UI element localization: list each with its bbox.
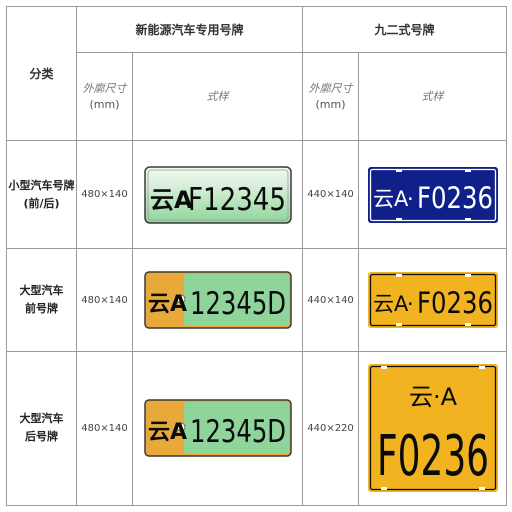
header-92-style: 九二式号牌	[302, 5, 508, 54]
subheader-ne-style: 式样	[131, 52, 304, 142]
std-plate-cell: 云A · F0236	[358, 140, 508, 250]
header-row-subcolumns: 外廓尺寸 (mm) 式样 外廓尺寸 (mm) 式样	[7, 52, 508, 142]
row-label-large-front: 大型汽车 前号牌	[6, 248, 77, 352]
plate-province: 云A	[150, 186, 193, 214]
plate-dot: ·	[407, 292, 414, 316]
rivet-top-left	[380, 366, 387, 370]
row-label-line2: 前号牌	[25, 302, 58, 316]
plate-province: 云A	[148, 420, 187, 445]
plate-number: F0236	[417, 181, 493, 215]
std-plate-cell: 云A · F0236	[358, 248, 508, 352]
plate-comparison-table-wrapper: 分类 新能源汽车专用号牌 九二式号牌 外廓尺寸 (mm) 式样 外廓尺寸 (mm…	[6, 5, 508, 507]
row-label-line1: 小型汽车号牌	[8, 178, 75, 192]
table-row-small-car: 小型汽车号牌 (前/后) 480×140 云A F12345 440×140 云…	[6, 140, 508, 250]
std-plate-cell: 云·A F0236	[358, 350, 508, 507]
rivet-bottom-right	[464, 217, 471, 221]
row-label-line1: 大型汽车	[19, 412, 64, 426]
row-label-large-rear: 大型汽车 后号牌	[6, 350, 77, 507]
plate-dot: ·	[407, 187, 414, 211]
row-label-line2: (前/后)	[23, 196, 60, 210]
ne-plate-cell: 云A 12345D	[131, 350, 304, 507]
ne-plate-cell: 云A 12345D	[131, 248, 304, 352]
header-category: 分类	[6, 5, 77, 142]
ne-size-cell: 480×140	[76, 350, 133, 507]
std-plate-blue: 云A · F0236	[367, 166, 498, 223]
row-label-line2: 后号牌	[25, 430, 58, 444]
rivet-top-left	[395, 274, 402, 278]
rivet-bottom-right	[464, 323, 471, 327]
row-label-line1: 大型汽车	[19, 284, 64, 298]
rivet-top-right	[464, 168, 471, 172]
header-new-energy: 新能源汽车专用号牌	[75, 5, 304, 54]
subheader-ne-size: 外廓尺寸 (mm)	[76, 52, 133, 142]
ne-plate-large-front: 云A 12345D	[143, 271, 292, 329]
plate-number: F0236	[417, 286, 493, 320]
rivet-bottom-left	[395, 217, 402, 221]
subheader-std-style: 式样	[358, 52, 508, 142]
ne-plate-small: 云A F12345	[143, 166, 292, 224]
std-size-cell: 440×220	[302, 350, 360, 507]
rivet-bottom-left	[395, 323, 402, 327]
subheader-std-size: 外廓尺寸 (mm)	[302, 52, 360, 142]
plate-province: 云A	[373, 187, 409, 211]
plate-province: 云A	[373, 292, 409, 316]
std-plate-yellow-rear: 云·A F0236	[367, 364, 498, 493]
std-size-cell: 440×140	[302, 248, 360, 352]
subheader-ne-size-label: 外廓尺寸	[82, 81, 127, 95]
ne-plate-large-rear: 云A 12345D	[143, 399, 292, 458]
row-label-small-car: 小型汽车号牌 (前/后)	[6, 140, 77, 250]
plate-number: F0236	[377, 424, 489, 489]
plate-comparison-table: 分类 新能源汽车专用号牌 九二式号牌 外廓尺寸 (mm) 式样 外廓尺寸 (mm…	[6, 5, 508, 507]
rivet-top-right	[478, 366, 485, 370]
plate-number: 12345D	[190, 414, 286, 450]
std-plate-yellow-front: 云A · F0236	[367, 272, 498, 329]
table-row-large-rear: 大型汽车 后号牌 480×140 云A 12345D 440×220 云·A F…	[6, 350, 508, 507]
plate-province: 云A	[148, 292, 187, 317]
rivet-top-left	[395, 168, 402, 172]
ne-size-cell: 480×140	[76, 248, 133, 352]
ne-size-cell: 480×140	[76, 140, 133, 250]
subheader-std-size-unit: (mm)	[315, 97, 346, 111]
subheader-ne-size-unit: (mm)	[89, 97, 120, 111]
plate-number: 12345D	[190, 286, 286, 322]
ne-plate-cell: 云A F12345	[131, 140, 304, 250]
subheader-std-style-label: 式样	[421, 89, 444, 103]
table-row-large-front: 大型汽车 前号牌 480×140 云A 12345D 440×140 云A · …	[6, 248, 508, 352]
subheader-std-size-label: 外廓尺寸	[308, 81, 353, 95]
subheader-ne-style-label: 式样	[206, 89, 229, 103]
header-row-groups: 分类 新能源汽车专用号牌 九二式号牌	[6, 5, 508, 142]
rivet-top-right	[464, 274, 471, 278]
plate-number: F12345	[188, 182, 286, 218]
plate-province-top: 云·A	[408, 383, 457, 411]
std-size-cell: 440×140	[302, 140, 360, 250]
